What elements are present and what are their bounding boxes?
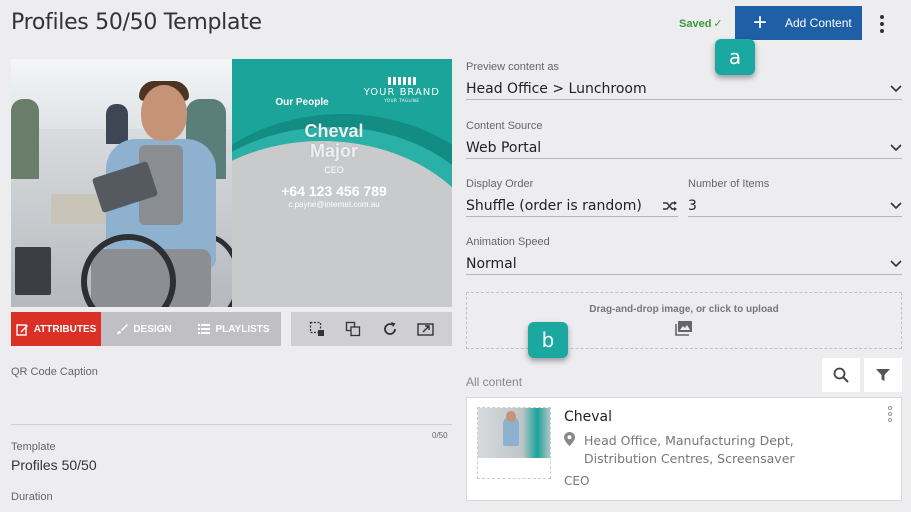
upload-text: Drag-and-drop image, or click to upload — [589, 304, 779, 315]
preview-toolbar — [291, 312, 452, 346]
qr-caption-input[interactable] — [11, 424, 452, 425]
callout-a: a — [715, 39, 755, 75]
add-content-label: Add Content — [785, 16, 852, 30]
chevron-down-icon — [890, 201, 902, 209]
qr-caption-label: QR Code Caption — [11, 366, 98, 378]
editor-tabs: ATTRIBUTES DESIGN PLAYLISTS — [11, 312, 281, 346]
animation-speed-field: Animation Speed Normal — [466, 236, 902, 275]
location-pin-icon — [564, 432, 584, 468]
animation-speed-label: Animation Speed — [466, 236, 550, 248]
number-of-items-label: Number of Items — [688, 178, 770, 190]
duration-label: Duration — [11, 491, 53, 503]
content-item-location: Head Office, Manufacturing Dept, Distrib… — [564, 432, 864, 468]
tab-attributes-label: ATTRIBUTES — [33, 323, 97, 335]
tab-design[interactable]: DESIGN — [101, 312, 187, 346]
content-item-location-text: Head Office, Manufacturing Dept, Distrib… — [584, 433, 795, 466]
tab-attributes[interactable]: ATTRIBUTES — [11, 312, 101, 346]
profile-email: c.payne@internet.com.au — [288, 200, 380, 209]
profile-last-name: Major — [309, 141, 358, 161]
profile-info-panel: YOUR BRAND YOUR TAGLINE Our People Cheva… — [232, 59, 452, 307]
profile-role: CEO — [324, 165, 344, 175]
plus-icon: + — [752, 9, 767, 36]
number-of-items-select[interactable]: 3 — [688, 195, 902, 217]
display-order-select[interactable]: Shuffle (order is random) — [466, 195, 678, 217]
tab-design-label: DESIGN — [133, 323, 172, 335]
preview-as-select[interactable]: Head Office > Lunchroom — [466, 78, 902, 100]
profile-phone: +64 123 456 789 — [281, 183, 387, 199]
brush-icon — [117, 324, 129, 334]
template-value: Profiles 50/50 — [11, 457, 97, 473]
chevron-down-icon — [890, 84, 902, 92]
layers-icon[interactable] — [342, 318, 364, 340]
image-icon — [675, 320, 693, 341]
display-order-field: Display Order Shuffle (order is random) — [466, 178, 678, 217]
animation-speed-select[interactable]: Normal — [466, 253, 902, 275]
crop-select-icon[interactable] — [306, 318, 328, 340]
content-item-title: Cheval — [564, 409, 613, 425]
profile-photo — [11, 59, 232, 307]
content-item-card[interactable]: Cheval Head Office, Manufacturing Dept, … — [466, 397, 902, 501]
template-label: Template — [11, 441, 56, 453]
filter-icon — [876, 369, 890, 381]
display-order-label: Display Order — [466, 178, 534, 190]
animation-speed-value: Normal — [466, 255, 517, 272]
profile-first-name: Cheval — [304, 121, 364, 141]
content-item-more-icon[interactable] — [887, 406, 893, 422]
saved-status: Saved ✓ — [679, 17, 723, 30]
content-source-field: Content Source Web Portal — [466, 120, 902, 159]
search-button[interactable] — [822, 358, 860, 392]
list-icon — [198, 324, 211, 334]
profile-name: Cheval Major — [232, 121, 444, 161]
check-icon: ✓ — [713, 18, 723, 30]
search-icon — [833, 367, 849, 383]
template-preview: YOUR BRAND YOUR TAGLINE Our People Cheva… — [11, 59, 452, 307]
popout-icon[interactable] — [415, 318, 437, 340]
chevron-down-icon — [890, 143, 902, 151]
chevron-down-icon — [890, 259, 902, 267]
content-source-label: Content Source — [466, 120, 543, 132]
all-content-label: All content — [466, 375, 523, 389]
number-of-items-value: 3 — [688, 197, 697, 214]
section-title: Our People — [275, 97, 329, 108]
content-item-role: CEO — [564, 474, 590, 488]
display-order-value: Shuffle (order is random) — [466, 197, 642, 214]
filter-button[interactable] — [864, 358, 902, 392]
preview-as-value: Head Office > Lunchroom — [466, 80, 647, 97]
page-title: Profiles 50/50 Template — [11, 10, 262, 35]
shuffle-icon — [663, 200, 677, 211]
saved-status-label: Saved — [679, 18, 712, 30]
tab-playlists[interactable]: PLAYLISTS — [187, 312, 281, 346]
content-item-thumbnail — [477, 407, 551, 479]
content-source-value: Web Portal — [466, 139, 542, 156]
brand-logo-icon — [364, 77, 440, 85]
edit-icon — [16, 323, 28, 336]
content-source-select[interactable]: Web Portal — [466, 137, 902, 159]
more-options-icon[interactable] — [875, 12, 889, 36]
preview-as-label: Preview content as — [466, 61, 559, 73]
tab-playlists-label: PLAYLISTS — [215, 323, 270, 335]
qr-caption-char-count: 0/50 — [432, 431, 448, 440]
callout-b: b — [528, 322, 568, 358]
preview-as-field: Preview content as Head Office > Lunchro… — [466, 61, 902, 100]
refresh-icon[interactable] — [379, 318, 401, 340]
number-of-items-field: Number of Items 3 — [688, 178, 902, 217]
add-content-button[interactable]: + Add Content — [735, 6, 862, 40]
